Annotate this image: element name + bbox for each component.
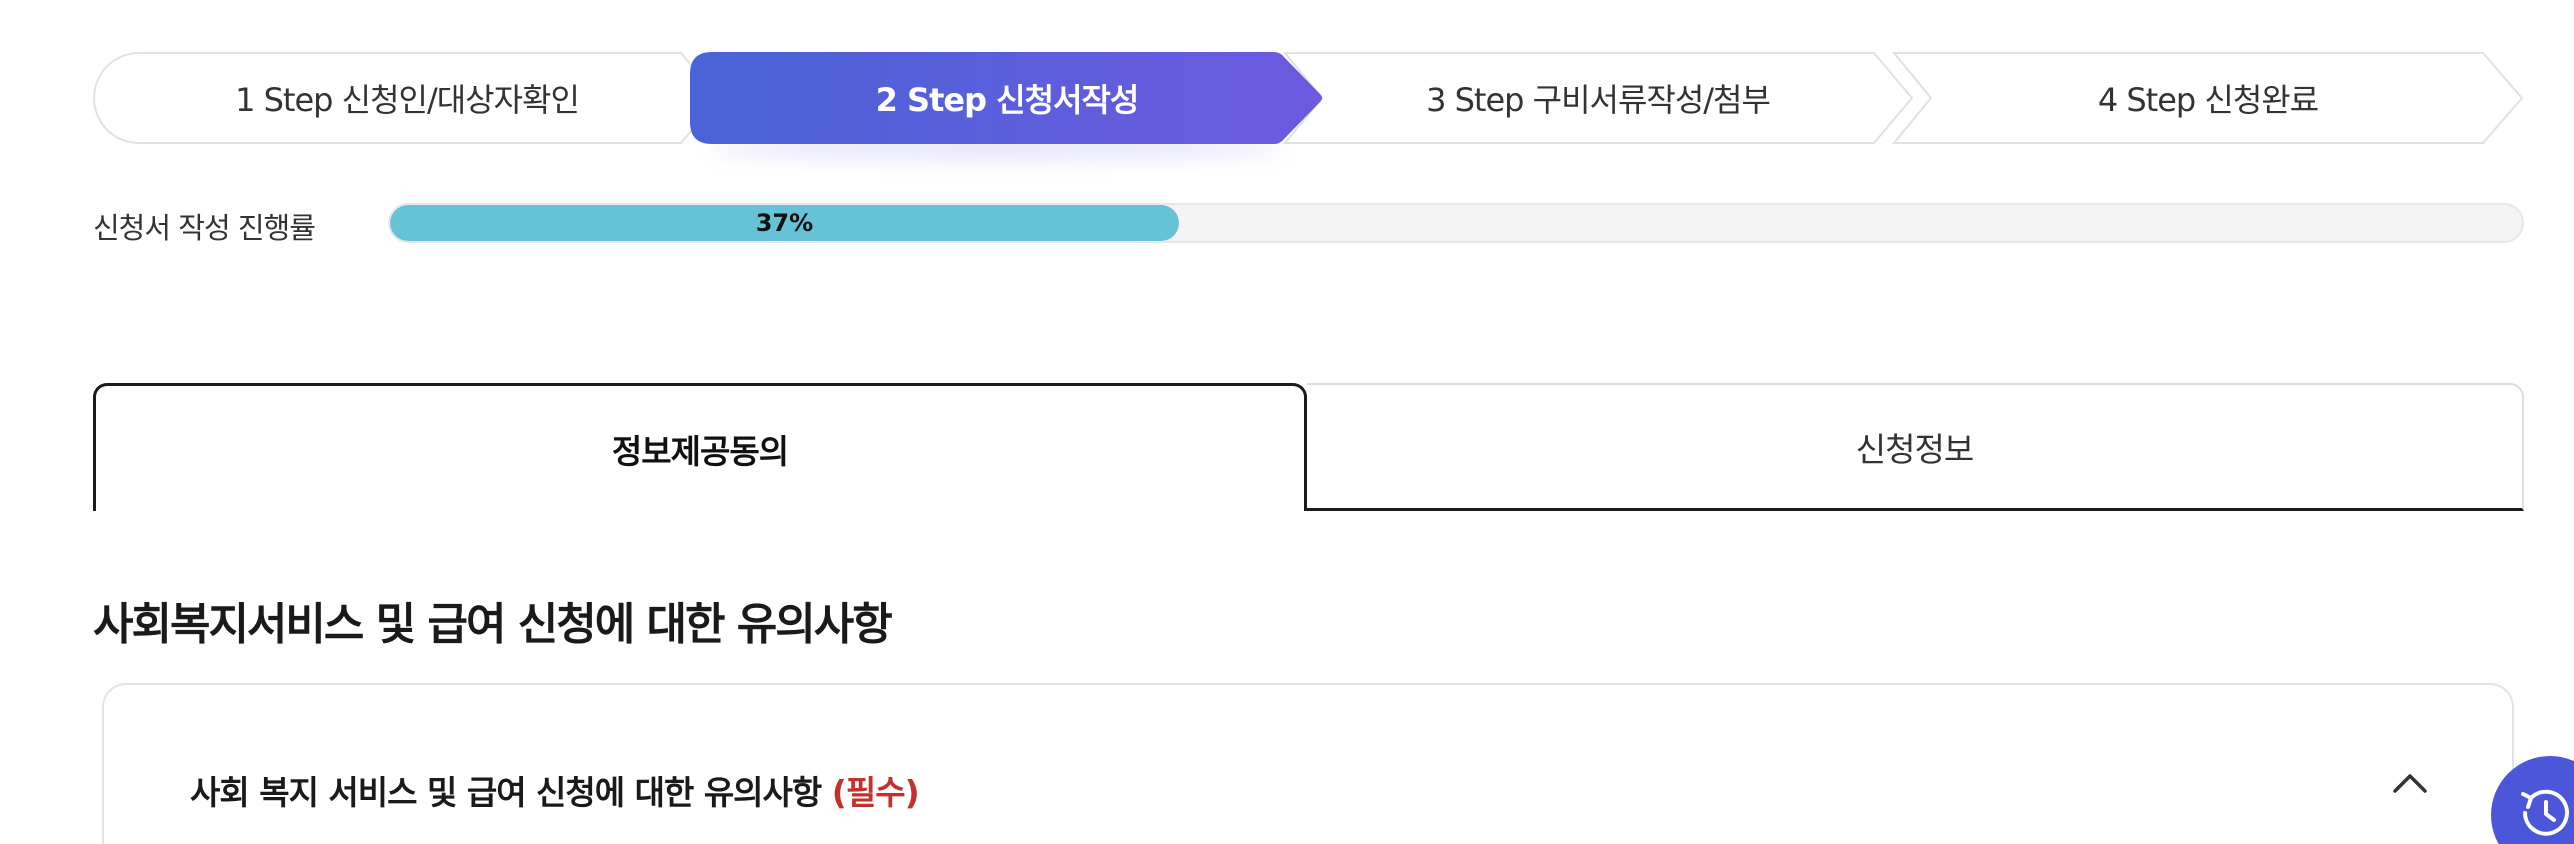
tab-info-consent-label: 정보제공동의 — [611, 431, 789, 471]
progress-label: 신청서 작성 진행률 — [93, 211, 316, 245]
application-page: 1 Step 신청인/대상자확인 3 Step 구비서류작성/첨부 4 Step… — [0, 0, 2574, 844]
tab-info-consent[interactable]: 정보제공동의 — [93, 383, 1307, 511]
form-tabs: 정보제공동의 신청정보 — [93, 383, 2524, 513]
step-4[interactable]: 4 Step 신청완료 — [1891, 52, 2524, 144]
step-4-label: 4 Step 신청완료 — [2097, 81, 2319, 119]
accordion-header[interactable]: 사회 복지 서비스 및 급여 신청에 대한 유의사항 (필수) — [190, 766, 920, 814]
chevron-up-icon[interactable] — [2384, 761, 2436, 805]
step-indicator: 1 Step 신청인/대상자확인 3 Step 구비서류작성/첨부 4 Step… — [93, 52, 2524, 158]
accordion-title: 사회 복지 서비스 및 급여 신청에 대한 유의사항 — [190, 773, 822, 812]
progress-value: 37% — [755, 209, 814, 237]
required-badge: (필수) — [831, 773, 920, 812]
progress-bar: 37% — [388, 203, 2524, 243]
step-1[interactable]: 1 Step 신청인/대상자확인 — [93, 52, 721, 144]
step-3[interactable]: 3 Step 구비서류작성/첨부 — [1282, 52, 1914, 144]
step-2[interactable]: 2 Step 신청서작성 — [690, 52, 1324, 158]
notice-accordion: 사회 복지 서비스 및 급여 신청에 대한 유의사항 (필수) — [102, 683, 2514, 844]
step-3-label: 3 Step 구비서류작성/첨부 — [1426, 81, 1771, 119]
section-title: 사회복지서비스 및 급여 신청에 대한 유의사항 — [93, 599, 893, 650]
tab-application-info-label: 신청정보 — [1855, 429, 1974, 469]
step-2-label: 2 Step 신청서작성 — [875, 81, 1140, 119]
step-1-label: 1 Step 신청인/대상자확인 — [235, 81, 580, 119]
history-icon — [2521, 789, 2569, 836]
tab-application-info[interactable]: 신청정보 — [1307, 383, 2524, 511]
